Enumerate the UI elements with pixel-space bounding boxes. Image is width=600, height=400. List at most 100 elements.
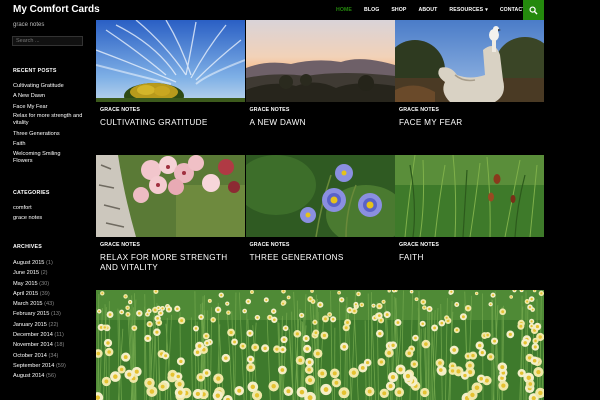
nav-item-home[interactable]: HOME [330,0,358,20]
archive-count: (59) [55,362,66,369]
widget-title-categories: CATEGORIES [13,190,50,196]
nav-item-shop[interactable]: SHOP [385,0,412,20]
archive-link[interactable]: February 2015 (13) [13,309,89,319]
archive-count: (13) [50,311,61,318]
archive-month: January 2015 [13,321,47,328]
post-category[interactable]: GRACE NOTES [250,107,290,113]
post-title[interactable]: FACE MY FEAR [399,118,541,128]
post-image [245,155,395,237]
post-card: GRACE NOTES THREE GENERATIONS [245,155,395,289]
category-link[interactable]: grace notes [13,213,89,223]
archive-count: (39) [39,290,50,297]
archive-link[interactable]: October 2014 (34) [13,351,89,361]
caret-down-icon: ▾ [485,7,488,13]
recent-post-link[interactable]: A New Dawn [13,91,89,101]
post-category[interactable]: GRACE NOTES [250,242,290,248]
post-title[interactable]: FAITH [399,253,541,263]
widget-title-recent-posts: RECENT POSTS [13,68,57,74]
archive-month: October 2014 [13,352,47,359]
post-thumbnail[interactable] [96,20,245,102]
post-image [395,20,544,102]
archive-month: August 2015 [13,260,45,266]
archive-count: (22) [48,321,59,328]
recent-post-link[interactable]: Face My Fear [13,102,89,112]
archives-list: August 2015 (1) June 2015 (2) May 2015 (… [13,258,89,382]
post-thumbnail[interactable] [395,20,544,102]
archive-month: June 2015 [13,270,40,277]
archive-link[interactable]: August 2014 (56) [13,371,89,381]
post-card: GRACE NOTES FAITH [395,155,544,289]
daffodil-field-image [96,290,544,400]
archive-count: (1) [45,260,53,266]
search-icon [529,5,538,15]
post-image [245,20,395,102]
nav-item-label: ABOUT [418,7,438,13]
archive-link[interactable]: April 2015 (39) [13,289,89,299]
recent-post-link[interactable]: Faith [13,139,89,149]
site-title[interactable]: My Comfort Cards [13,3,100,17]
nav-item-label: SHOP [391,7,407,13]
archive-count: (43) [44,301,55,308]
sidebar: grace notes RECENT POSTS Cultivating Gra… [0,20,96,400]
recent-post-link[interactable]: Welcoming Smiling Flowers [13,151,68,165]
post-category[interactable]: GRACE NOTES [399,242,439,248]
category-link[interactable]: comfort [13,203,89,213]
post-title[interactable]: THREE GENERATIONS [250,253,392,263]
nav-item-resources[interactable]: RESOURCES ▾ [443,0,493,20]
post-category[interactable]: GRACE NOTES [100,107,140,113]
post-image [96,155,245,237]
categories-list: comfort grace notes [13,203,89,224]
post-thumbnail[interactable] [96,155,245,237]
archive-link[interactable]: September 2014 (59) [13,361,89,371]
archive-month: September 2014 [13,362,55,369]
post-category[interactable]: GRACE NOTES [100,242,140,248]
site-header: My Comfort Cards HOME BLOG SHOP ABOUT RE… [0,0,600,20]
archive-link[interactable]: May 2015 (30) [13,279,89,289]
archive-link[interactable]: March 2015 (43) [13,299,89,309]
post-card: GRACE NOTES A NEW DAWN [245,20,395,154]
post-card: GRACE NOTES RELAX FOR MORE STRENGTH AND … [96,155,245,289]
recent-post-link[interactable]: Cultivating Gratitude [13,81,89,91]
archive-count: (18) [54,342,65,349]
archive-count: (34) [48,352,59,359]
archive-month: March 2015 [13,301,43,308]
post-card: GRACE NOTES CULTIVATING GRATITUDE [96,20,245,154]
post-card: GRACE NOTES FACE MY FEAR [395,20,544,154]
recent-posts-list: Cultivating Gratitude A New Dawn Face My… [13,81,89,166]
archive-month: August 2014 [13,373,45,380]
archive-month: April 2015 [13,290,39,297]
archive-link[interactable]: November 2014 (18) [13,340,89,350]
archive-count: (2) [40,270,48,277]
post-thumbnail[interactable] [395,155,544,237]
post-thumbnail[interactable] [245,20,395,102]
post-title[interactable]: RELAX FOR MORE STRENGTH AND VITALITY [100,253,242,273]
archive-count: (56) [45,373,56,380]
archive-link[interactable]: June 2015 (2) [13,268,89,278]
nav-item-label: HOME [336,7,352,13]
right-margin [544,20,600,400]
archive-link[interactable]: August 2015 (1) [13,258,89,268]
site-tagline: grace notes [13,22,45,28]
search-input[interactable] [12,36,83,46]
archive-month: May 2015 [13,280,38,287]
post-image [395,155,544,237]
post-category[interactable]: GRACE NOTES [399,107,439,113]
archive-link[interactable]: January 2015 (22) [13,320,89,330]
nav-item-about[interactable]: ABOUT [412,0,443,20]
post-image [96,20,245,102]
nav-item-label: RESOURCES [449,7,484,13]
post-thumbnail[interactable] [245,155,395,237]
recent-post-link[interactable]: Relax for more strength and vitality [13,113,89,127]
post-title[interactable]: CULTIVATING GRATITUDE [100,118,242,128]
post-title[interactable]: A NEW DAWN [250,118,392,128]
archive-count: (30) [39,280,50,287]
archive-month: December 2014 [13,332,53,339]
archive-month: February 2015 [13,311,50,318]
widget-title-archives: ARCHIVES [13,244,42,250]
search-toggle-button[interactable] [523,0,544,20]
nav-item-blog[interactable]: BLOG [358,0,385,20]
recent-post-link[interactable]: Three Generations [13,129,89,139]
archive-link[interactable]: December 2014 (11) [13,330,89,340]
archive-month: November 2014 [13,342,53,349]
featured-post-image[interactable] [96,290,544,400]
